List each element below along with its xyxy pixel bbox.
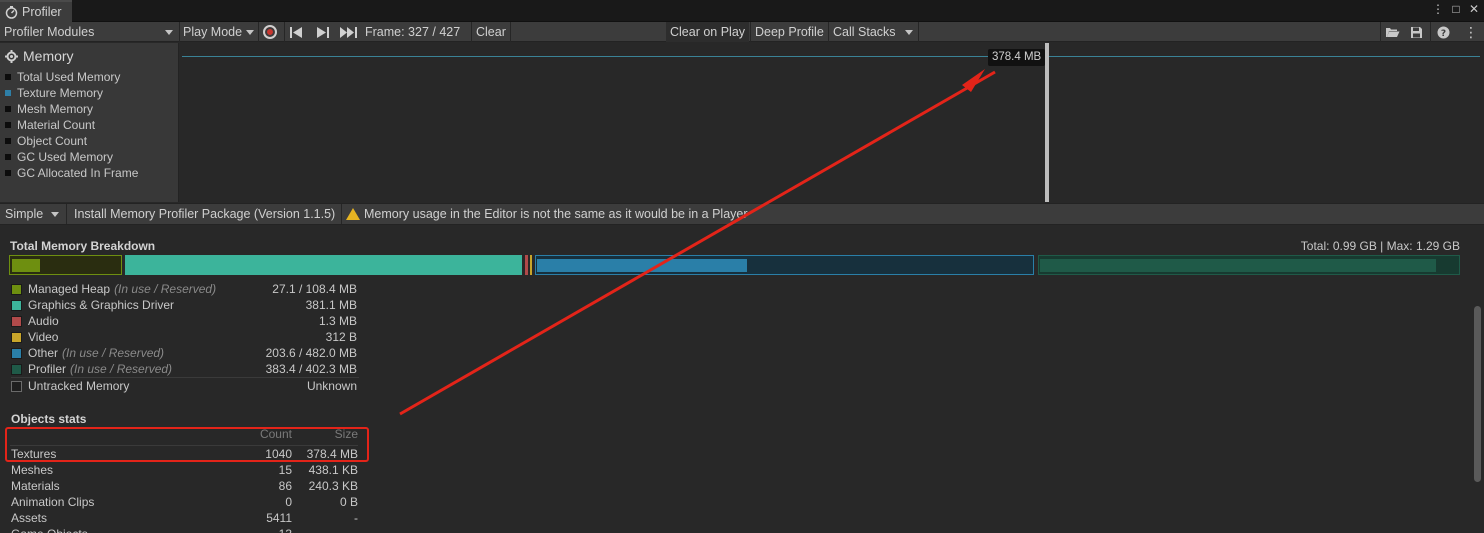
annotation-arrow [399,69,996,416]
